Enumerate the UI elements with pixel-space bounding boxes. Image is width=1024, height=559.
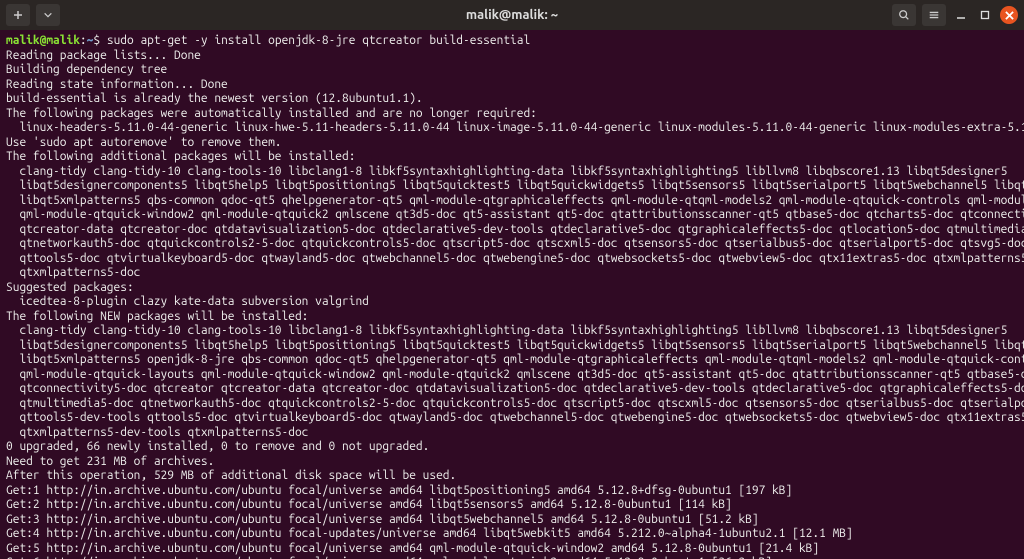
output-line: Use 'sudo apt autoremove' to remove them… [6, 136, 1018, 151]
tab-dropdown-button[interactable] [36, 4, 60, 26]
output-line: qtconnectivity5-doc qtcreator qtcreator-… [6, 382, 1018, 397]
output-line: icedtea-8-plugin clazy kate-data subvers… [6, 295, 1018, 310]
output-line: qtmultimedia5-doc qtnetworkauth5-doc qtq… [6, 397, 1018, 412]
terminal-output-area[interactable]: malik@malik:~$ sudo apt-get -y install o… [0, 30, 1024, 559]
output-line: build-essential is already the newest ve… [6, 92, 1018, 107]
output-line: libqt5xmlpatterns5 qbs-common qdoc-qt5 q… [6, 194, 1018, 209]
output-line: qtxmlpatterns5-dev-tools qtxmlpatterns5-… [6, 426, 1018, 441]
output-line: qtcreator-data qtcreator-doc qtdatavisua… [6, 223, 1018, 238]
search-button[interactable] [892, 4, 916, 26]
output-line: The following NEW packages will be insta… [6, 310, 1018, 325]
output-line: qml-module-qtquick-layouts qml-module-qt… [6, 368, 1018, 383]
output-line: Building dependency tree [6, 63, 1018, 78]
new-tab-button[interactable] [6, 4, 30, 26]
output-line: The following additional packages will b… [6, 150, 1018, 165]
output-line: The following packages were automaticall… [6, 107, 1018, 122]
close-button[interactable] [1000, 6, 1018, 24]
output-line: Get:2 http://in.archive.ubuntu.com/ubunt… [6, 498, 1018, 513]
minimize-button[interactable] [952, 6, 970, 24]
output-line: Suggested packages: [6, 281, 1018, 296]
output-line: qttools5-dev-tools qttools5-doc qtvirtua… [6, 411, 1018, 426]
output-line: Get:4 http://in.archive.ubuntu.com/ubunt… [6, 527, 1018, 542]
window-title: malik@malik: ~ [0, 8, 1024, 22]
titlebar-left-controls [6, 4, 60, 26]
output-line: qml-module-qtquick-window2 qml-module-qt… [6, 208, 1018, 223]
output-line: qtxmlpatterns5-doc [6, 266, 1018, 281]
output-line: Get:1 http://in.archive.ubuntu.com/ubunt… [6, 484, 1018, 499]
output-line: qtnetworkauth5-doc qtquickcontrols2-5-do… [6, 237, 1018, 252]
prompt-symbol: $ [93, 34, 106, 47]
menu-button[interactable] [922, 4, 946, 26]
terminal-window: malik@malik: ~ malik@malik:~$ sudo apt-g… [0, 0, 1024, 559]
output-line: libqt5designercomponents5 libqt5help5 li… [6, 179, 1018, 194]
prompt-sep: : [80, 34, 87, 47]
maximize-button[interactable] [976, 6, 994, 24]
prompt-user-host: malik@malik [6, 34, 80, 47]
output-line: 0 upgraded, 66 newly installed, 0 to rem… [6, 440, 1018, 455]
output-line: clang-tidy clang-tidy-10 clang-tools-10 … [6, 324, 1018, 339]
output-line: clang-tidy clang-tidy-10 clang-tools-10 … [6, 165, 1018, 180]
output-line: Reading state information... Done [6, 78, 1018, 93]
output-line: libqt5designercomponents5 libqt5help5 li… [6, 339, 1018, 354]
titlebar-right-controls [892, 4, 1018, 26]
output-line: Get:3 http://in.archive.ubuntu.com/ubunt… [6, 513, 1018, 528]
output-line: qttools5-doc qtvirtualkeyboard5-doc qtwa… [6, 252, 1018, 267]
output-line: After this operation, 529 MB of addition… [6, 469, 1018, 484]
command-text: sudo apt-get -y install openjdk-8-jre qt… [107, 34, 530, 47]
titlebar: malik@malik: ~ [0, 0, 1024, 30]
prompt-line: malik@malik:~$ sudo apt-get -y install o… [6, 34, 1018, 49]
output-line: linux-headers-5.11.0-44-generic linux-hw… [6, 121, 1018, 136]
output-line: libqt5xmlpatterns5 openjdk-8-jre qbs-com… [6, 353, 1018, 368]
output-line: Reading package lists... Done [6, 49, 1018, 64]
output-line: Get:5 http://in.archive.ubuntu.com/ubunt… [6, 542, 1018, 557]
output-line: Need to get 231 MB of archives. [6, 455, 1018, 470]
